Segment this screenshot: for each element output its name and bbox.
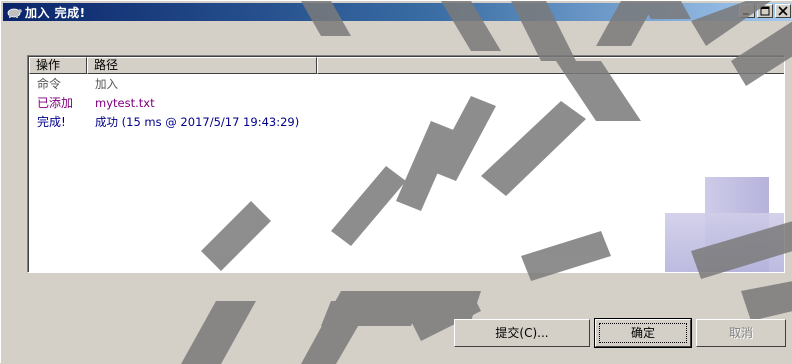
ok-button[interactable]: 确定 <box>594 318 692 348</box>
title-bar[interactable]: 加入 完成! <box>3 3 791 21</box>
list-item-op: 命令 <box>37 77 62 91</box>
window-title: 加入 完成! <box>25 5 86 20</box>
list-item-path: 加入 <box>95 77 118 91</box>
list-item-path: 成功 (15 ms @ 2017/5/17 19:43:29) <box>95 115 300 129</box>
minimize-icon <box>743 13 749 15</box>
tortoise-icon <box>6 5 22 19</box>
maximize-icon <box>760 6 770 16</box>
list-item-op: 已添加 <box>37 96 74 110</box>
column-header-filler <box>317 57 784 74</box>
column-header-operation[interactable]: 操作 <box>29 57 87 74</box>
list-item-path: mytest.txt <box>95 96 155 110</box>
list-item-op: 完成! <box>37 115 66 129</box>
list-header: 操作 路径 <box>29 57 784 74</box>
ok-button-label: 确定 <box>599 323 687 343</box>
plus-watermark-horizontal <box>665 213 784 272</box>
close-icon <box>778 6 788 16</box>
minimize-button[interactable] <box>739 4 755 18</box>
result-list[interactable]: 操作 路径 命令 加入 已添加 mytest.txt 完成! 成功 (15 ms… <box>27 55 785 273</box>
maximize-button[interactable] <box>757 4 773 18</box>
title-buttons <box>737 4 791 18</box>
cancel-button[interactable]: 取消 <box>696 319 786 347</box>
column-header-path[interactable]: 路径 <box>87 57 317 74</box>
result-list-inner: 操作 路径 命令 加入 已添加 mytest.txt 完成! 成功 (15 ms… <box>28 56 784 272</box>
close-button[interactable] <box>775 4 791 18</box>
submit-button[interactable]: 提交(C)... <box>454 319 590 347</box>
dialog-window: 加入 完成! 操作 路径 命令 加入 已添加 mytest.txt 完成! 成功… <box>0 0 792 364</box>
